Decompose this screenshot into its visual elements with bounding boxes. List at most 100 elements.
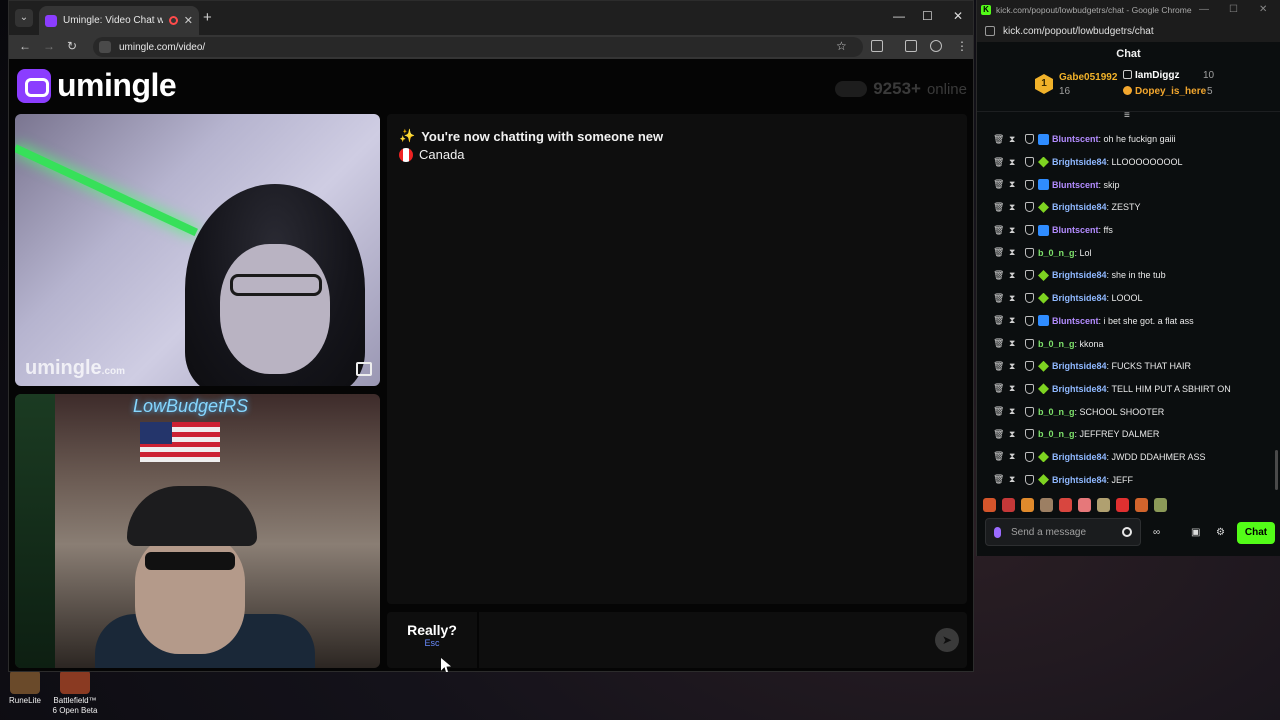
chat-message-input[interactable]: Send a message: [985, 518, 1141, 546]
ban-shield-icon[interactable]: [1025, 451, 1034, 462]
timeout-icon[interactable]: ⧗: [1009, 383, 1025, 394]
timeout-icon[interactable]: ⧗: [1009, 429, 1025, 440]
ban-shield-icon[interactable]: [1025, 315, 1034, 326]
chat-username[interactable]: Brightside84: [1052, 270, 1107, 280]
delete-icon[interactable]: 🗑: [993, 338, 1009, 349]
emote-icon[interactable]: [1135, 498, 1148, 512]
close-window-button[interactable]: ✕: [1259, 4, 1267, 15]
chat-username[interactable]: Brightside84: [1052, 293, 1107, 303]
maximize-button[interactable]: ☐: [922, 9, 933, 23]
timeout-icon[interactable]: ⧗: [1009, 179, 1025, 190]
chat-scrollbar[interactable]: [1275, 450, 1278, 490]
timeout-icon[interactable]: ⧗: [1009, 202, 1025, 213]
delete-icon[interactable]: 🗑: [993, 361, 1009, 372]
desktop-icon-runelite[interactable]: RuneLite: [2, 670, 48, 706]
delete-icon[interactable]: 🗑: [993, 293, 1009, 304]
gifter-name[interactable]: Gabe051992: [1059, 72, 1117, 83]
site-info-icon[interactable]: [985, 26, 995, 36]
ban-shield-icon[interactable]: [1025, 383, 1034, 394]
delete-icon[interactable]: 🗑: [993, 247, 1009, 258]
chat-username[interactable]: Brightside84: [1052, 202, 1107, 212]
delete-icon[interactable]: 🗑: [993, 179, 1009, 190]
store-icon[interactable]: ▣: [1191, 527, 1202, 538]
delete-icon[interactable]: 🗑: [993, 134, 1009, 145]
browser-menu-icon[interactable]: ⋮: [956, 39, 968, 53]
gifter-name[interactable]: Dopey_is_here: [1135, 86, 1206, 97]
timeout-icon[interactable]: ⧗: [1009, 225, 1025, 236]
umingle-logo[interactable]: umingle: [17, 67, 177, 104]
timeout-icon[interactable]: ⧗: [1009, 134, 1025, 145]
chat-username[interactable]: b_0_n_g: [1038, 407, 1075, 417]
timeout-icon[interactable]: ⧗: [1009, 338, 1025, 349]
chat-username[interactable]: Bluntscent: [1052, 180, 1099, 190]
timeout-icon[interactable]: ⧗: [1009, 406, 1025, 417]
site-info-icon[interactable]: [99, 41, 111, 53]
minimize-button[interactable]: —: [893, 9, 905, 23]
ban-shield-icon[interactable]: [1025, 225, 1034, 236]
chat-username[interactable]: Brightside84: [1052, 452, 1107, 462]
chat-username[interactable]: Bluntscent: [1052, 225, 1099, 235]
emote-icon[interactable]: [1059, 498, 1072, 512]
tab-close-icon[interactable]: ✕: [184, 14, 193, 27]
ban-shield-icon[interactable]: [1025, 474, 1034, 485]
skip-button[interactable]: Really? Esc: [397, 622, 467, 672]
emote-icon[interactable]: [1002, 498, 1015, 512]
chat-username[interactable]: Brightside84: [1052, 384, 1107, 394]
ban-shield-icon[interactable]: [1025, 202, 1034, 213]
timeout-icon[interactable]: ⧗: [1009, 451, 1025, 462]
forward-icon[interactable]: →: [43, 39, 55, 53]
profile-icon[interactable]: [930, 40, 942, 52]
ban-shield-icon[interactable]: [1025, 157, 1034, 168]
ban-shield-icon[interactable]: [1025, 338, 1034, 349]
timeout-icon[interactable]: ⧗: [1009, 293, 1025, 304]
delete-icon[interactable]: 🗑: [993, 474, 1009, 485]
delete-icon[interactable]: 🗑: [993, 202, 1009, 213]
back-icon[interactable]: ←: [19, 39, 31, 53]
timeout-icon[interactable]: ⧗: [1009, 474, 1025, 485]
reload-icon[interactable]: ↻: [67, 39, 77, 53]
chat-username[interactable]: b_0_n_g: [1038, 429, 1075, 439]
ban-shield-icon[interactable]: [1025, 293, 1034, 304]
delete-icon[interactable]: 🗑: [993, 406, 1009, 417]
ban-shield-icon[interactable]: [1025, 179, 1034, 190]
address-bar[interactable]: kick.com/popout/lowbudgetrs/chat: [977, 20, 1280, 42]
emoji-icon[interactable]: [1122, 527, 1132, 537]
gifter-name[interactable]: IamDiggz: [1135, 70, 1179, 81]
extensions-icon[interactable]: [871, 40, 883, 52]
delete-icon[interactable]: 🗑: [993, 383, 1009, 394]
media-control-icon[interactable]: [905, 40, 917, 52]
message-input[interactable]: [483, 612, 923, 668]
emote-icon[interactable]: [983, 498, 996, 512]
emote-icon[interactable]: [1078, 498, 1091, 512]
ban-shield-icon[interactable]: [1025, 429, 1034, 440]
chat-username[interactable]: b_0_n_g: [1038, 248, 1075, 258]
bookmark-star-icon[interactable]: ☆: [836, 39, 847, 53]
ban-shield-icon[interactable]: [1025, 134, 1034, 145]
emote-icon[interactable]: [1040, 498, 1053, 512]
delete-icon[interactable]: 🗑: [993, 270, 1009, 281]
delete-icon[interactable]: 🗑: [993, 225, 1009, 236]
close-window-button[interactable]: ✕: [953, 9, 963, 23]
desktop-icon-battlefield[interactable]: Battlefield™ 6 Open Beta: [52, 670, 98, 716]
chat-username[interactable]: Bluntscent: [1052, 316, 1099, 326]
emote-icon[interactable]: [1021, 498, 1034, 512]
address-bar[interactable]: umingle.com/video/: [93, 37, 863, 57]
timeout-icon[interactable]: ⧗: [1009, 157, 1025, 168]
ban-shield-icon[interactable]: [1025, 270, 1034, 281]
delete-icon[interactable]: 🗑: [993, 429, 1009, 440]
infinity-points-icon[interactable]: ∞: [1153, 527, 1164, 538]
delete-icon[interactable]: 🗑: [993, 315, 1009, 326]
online-toggle[interactable]: [835, 81, 868, 97]
tab-search-icon[interactable]: ⌄: [15, 9, 33, 27]
tab-umingle[interactable]: Umingle: Video Chat with S ✕: [39, 6, 199, 35]
timeout-icon[interactable]: ⧗: [1009, 315, 1025, 326]
microphone-icon[interactable]: [994, 526, 1001, 538]
report-flag-icon[interactable]: [356, 362, 372, 376]
chat-username[interactable]: Brightside84: [1052, 475, 1107, 485]
send-button[interactable]: ➤: [935, 628, 959, 652]
chat-username[interactable]: Brightside84: [1052, 361, 1107, 371]
send-chat-button[interactable]: Chat: [1237, 522, 1275, 544]
minimize-button[interactable]: —: [1199, 4, 1209, 15]
timeout-icon[interactable]: ⧗: [1009, 270, 1025, 281]
delete-icon[interactable]: 🗑: [993, 451, 1009, 462]
